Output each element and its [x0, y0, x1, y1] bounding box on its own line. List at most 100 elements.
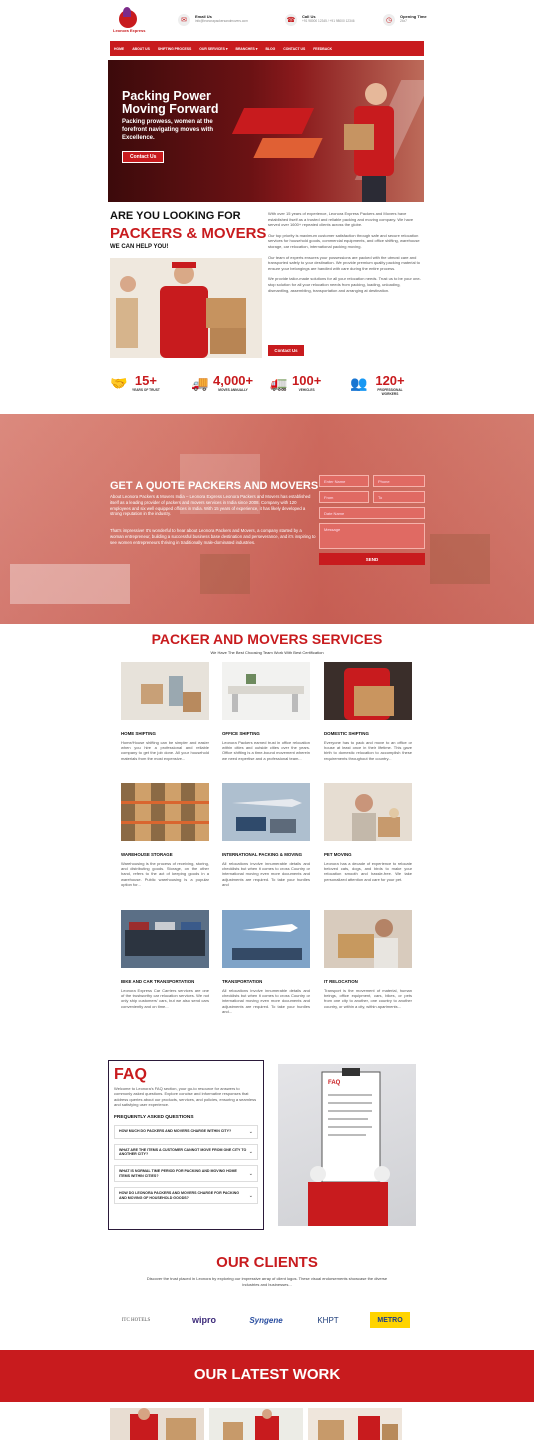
chevron-down-icon: ⌄: [248, 1149, 253, 1156]
faq-question-text: HOW MUCH DO PACKERS AND MOVERS CHARGE WI…: [119, 1129, 232, 1134]
from-input[interactable]: From: [319, 491, 369, 503]
service-description: Transport is the movement of material, h…: [324, 987, 412, 1009]
services-title: PACKER AND MOVERS SERVICES: [151, 631, 383, 647]
chevron-down-icon: ⌄: [248, 1192, 253, 1199]
stat-moves: 🚚 4,000+ MOVES ANNUALLY: [191, 374, 253, 400]
hero-contact-button[interactable]: Contact Us: [122, 151, 165, 163]
service-card[interactable]: PET MOVING Leonora has a decade of exper…: [324, 783, 412, 882]
stat-years: 🤝 15+ YEARS OF TRUST: [110, 374, 160, 400]
service-description: Everyone has to pack and move to an offi…: [324, 739, 412, 761]
nav-feedback[interactable]: FEEDBACK: [313, 47, 332, 51]
top-header: Leonora Express ✉ Email Us info@leonorapa…: [0, 0, 534, 42]
client-logo-wipro: wipro: [192, 1315, 216, 1325]
latest-work-image: [110, 1408, 204, 1440]
service-title: OFFICE SHIFTING: [222, 731, 260, 736]
to-input[interactable]: To: [373, 491, 425, 503]
logo[interactable]: Leonora Express: [113, 7, 146, 36]
clock-icon: ◷: [383, 14, 395, 26]
client-logo-syngene: Syngene: [249, 1315, 283, 1325]
chevron-down-icon: ⌄: [248, 1170, 253, 1177]
service-description: Leonora has a decade of experience to re…: [324, 860, 412, 882]
logo-text: Leonora Express: [113, 28, 146, 33]
hero-banner: Packing Power Moving Forward Packing pro…: [108, 60, 424, 202]
service-image: [121, 662, 209, 720]
service-image: [222, 910, 310, 968]
service-card[interactable]: HOME SHIFTING Home/House shifting can be…: [121, 662, 209, 761]
service-image: [222, 783, 310, 841]
service-card[interactable]: DOMESTIC SHIFTING Everyone has to pack a…: [324, 662, 412, 761]
faq-clipboard-image: FAQ: [278, 1064, 416, 1226]
nav-contact[interactable]: CONTACT US: [283, 47, 305, 51]
service-description: All relocations involve innumerable deta…: [222, 860, 310, 888]
clients-subtitle: Discover the trust placed in Leonora by …: [146, 1276, 388, 1287]
nav-home[interactable]: HOME: [114, 47, 124, 51]
about-paragraph: Our team of experts ensures your possess…: [268, 254, 421, 271]
call-value[interactable]: +91 98000 12345 / +91 98000 12346: [302, 19, 354, 24]
about-subheading: WE CAN HELP YOU!: [110, 244, 169, 250]
nav-blog[interactable]: BLOG: [265, 47, 275, 51]
nav-services[interactable]: OUR SERVICES: [199, 47, 225, 51]
faq-clipboard-illustration: [308, 1068, 390, 1226]
handshake-icon: 🤝: [110, 375, 128, 391]
chevron-down-icon: ▾: [255, 46, 258, 51]
stat-label: PROFESSIONAL WORKERS: [377, 388, 403, 396]
message-textarea[interactable]: Message: [319, 523, 425, 549]
call-info[interactable]: ☎ Call Us +91 98000 12345 / +91 98000 123…: [285, 14, 354, 34]
client-logo-metro: METRO: [370, 1312, 410, 1328]
service-title: BIKE AND CAR TRANSPORTATION: [121, 979, 195, 984]
main-nav: HOME ABOUT US SHIFTING PROCESS OUR SERVI…: [110, 41, 424, 56]
faq-question[interactable]: WHAT IS NORMAL TIME PERIOD FOR PACKING A…: [114, 1165, 258, 1183]
service-title: INTERNATIONAL PACKING & MOVING: [222, 852, 303, 857]
send-button[interactable]: SEND: [319, 553, 425, 565]
service-title: TRANSPORTATION: [222, 979, 263, 984]
stat-number: 15+: [134, 373, 157, 388]
service-title: IT RELOCATION: [324, 979, 358, 984]
service-title: DOMESTIC SHIFTING: [324, 731, 369, 736]
service-description: Warehousing is the process of receiving,…: [121, 860, 209, 888]
phone-input[interactable]: Phone: [373, 475, 425, 487]
date-input[interactable]: Date Name: [319, 507, 425, 519]
about-heading: ARE YOU LOOKING FOR: [110, 210, 241, 222]
service-card[interactable]: WAREHOUSE STORAGE Warehousing is the pro…: [121, 783, 209, 888]
service-card[interactable]: OFFICE SHIFTING Leonora Packers earned t…: [222, 662, 310, 761]
hero-subtitle: Packing prowess, women at the forefront …: [122, 119, 214, 141]
service-title: WAREHOUSE STORAGE: [121, 852, 173, 857]
service-description: Leonora Packers earned trust in office r…: [222, 739, 310, 761]
nav-branches[interactable]: BRANCHES: [236, 47, 255, 51]
faq-intro: Welcome to Leonora's FAQ section, your g…: [114, 1086, 257, 1108]
latest-work-title: OUR LATEST WORK: [193, 1366, 341, 1383]
about-heading-accent: PACKERS & MOVERS: [110, 225, 267, 242]
email-info[interactable]: ✉ Email Us info@leonorapackersandmovers.c…: [178, 14, 248, 34]
about-mover-image: [110, 258, 262, 358]
faq-question-text: WHAT ARE THE ITEMS A CUSTOMER CANNOT MOV…: [119, 1147, 247, 1157]
vehicle-icon: 🚛: [270, 375, 288, 391]
logo-icon: [119, 7, 137, 28]
service-card[interactable]: INTERNATIONAL PACKING & MOVING All reloc…: [222, 783, 310, 888]
service-image: [324, 662, 412, 720]
stat-label: YEARS OF TRUST: [132, 388, 160, 392]
stat-number: 100+: [292, 373, 322, 388]
faq-question[interactable]: HOW DO LEONORA PACKERS AND MOVERS CHARGE…: [114, 1187, 258, 1205]
service-image: [222, 662, 310, 720]
faq-question[interactable]: HOW MUCH DO PACKERS AND MOVERS CHARGE WI…: [114, 1124, 258, 1139]
name-input[interactable]: Enter Name: [319, 475, 369, 487]
nav-shifting-process[interactable]: SHIFTING PROCESS: [158, 47, 191, 51]
email-value[interactable]: info@leonorapackersandmovers.com: [195, 19, 248, 24]
quote-paragraph: About Leonora Packers & Movers India – L…: [110, 494, 311, 517]
mail-icon: ✉: [178, 14, 190, 26]
nav-about[interactable]: ABOUT US: [132, 47, 150, 51]
service-title: HOME SHIFTING: [121, 731, 156, 736]
service-description: Home/House shifting can be simpler and e…: [121, 739, 209, 761]
stat-label: VEHICLES: [298, 388, 315, 392]
chevron-down-icon: ▾: [225, 46, 228, 51]
about-contact-button[interactable]: Contact Us: [268, 345, 304, 356]
service-title: PET MOVING: [324, 852, 352, 857]
services-subtitle: We Have The Best Choosing Team Work With…: [210, 650, 324, 655]
faq-question[interactable]: WHAT ARE THE ITEMS A CUSTOMER CANNOT MOV…: [114, 1143, 258, 1161]
service-description: All relocations involve innumerable deta…: [222, 987, 310, 1015]
service-card[interactable]: BIKE AND CAR TRANSPORTATION Leonora Expr…: [121, 910, 209, 1009]
service-card[interactable]: IT RELOCATION Transport is the movement …: [324, 910, 412, 1009]
service-card[interactable]: TRANSPORTATION All relocations involve i…: [222, 910, 310, 1015]
client-logo-itc: ITC HOTELS: [121, 1317, 151, 1323]
stat-number: 4,000+: [213, 373, 254, 388]
